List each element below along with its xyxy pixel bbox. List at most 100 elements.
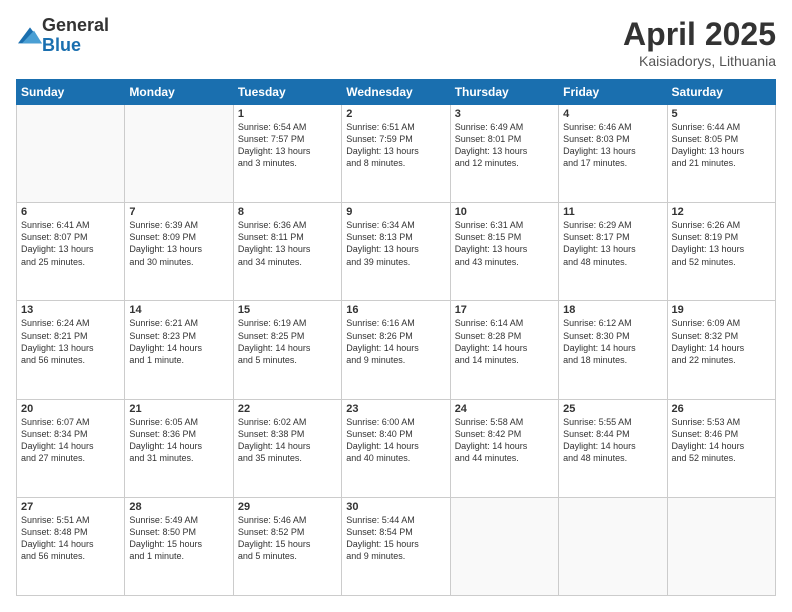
day-info: Sunrise: 6:14 AM Sunset: 8:28 PM Dayligh…	[455, 317, 554, 366]
calendar-cell: 8Sunrise: 6:36 AM Sunset: 8:11 PM Daylig…	[233, 203, 341, 301]
day-info: Sunrise: 5:53 AM Sunset: 8:46 PM Dayligh…	[672, 416, 771, 465]
calendar-cell: 9Sunrise: 6:34 AM Sunset: 8:13 PM Daylig…	[342, 203, 450, 301]
day-info: Sunrise: 6:00 AM Sunset: 8:40 PM Dayligh…	[346, 416, 445, 465]
day-number: 15	[238, 304, 337, 316]
calendar-cell: 15Sunrise: 6:19 AM Sunset: 8:25 PM Dayli…	[233, 301, 341, 399]
day-number: 10	[455, 206, 554, 218]
calendar-cell: 30Sunrise: 5:44 AM Sunset: 8:54 PM Dayli…	[342, 497, 450, 595]
day-number: 1	[238, 108, 337, 120]
day-number: 26	[672, 403, 771, 415]
calendar-cell: 22Sunrise: 6:02 AM Sunset: 8:38 PM Dayli…	[233, 399, 341, 497]
day-info: Sunrise: 6:39 AM Sunset: 8:09 PM Dayligh…	[129, 219, 228, 268]
header: General Blue April 2025 Kaisiadorys, Lit…	[16, 16, 776, 69]
day-number: 18	[563, 304, 662, 316]
calendar-cell: 11Sunrise: 6:29 AM Sunset: 8:17 PM Dayli…	[559, 203, 667, 301]
calendar-cell: 19Sunrise: 6:09 AM Sunset: 8:32 PM Dayli…	[667, 301, 775, 399]
calendar-cell: 10Sunrise: 6:31 AM Sunset: 8:15 PM Dayli…	[450, 203, 558, 301]
day-number: 29	[238, 501, 337, 513]
day-info: Sunrise: 5:55 AM Sunset: 8:44 PM Dayligh…	[563, 416, 662, 465]
day-number: 11	[563, 206, 662, 218]
day-info: Sunrise: 6:05 AM Sunset: 8:36 PM Dayligh…	[129, 416, 228, 465]
day-info: Sunrise: 6:31 AM Sunset: 8:15 PM Dayligh…	[455, 219, 554, 268]
calendar-cell: 5Sunrise: 6:44 AM Sunset: 8:05 PM Daylig…	[667, 105, 775, 203]
location-subtitle: Kaisiadorys, Lithuania	[623, 53, 776, 69]
calendar-day-header: Friday	[559, 80, 667, 105]
calendar-week-row: 13Sunrise: 6:24 AM Sunset: 8:21 PM Dayli…	[17, 301, 776, 399]
month-title: April 2025	[623, 16, 776, 53]
calendar-cell: 16Sunrise: 6:16 AM Sunset: 8:26 PM Dayli…	[342, 301, 450, 399]
day-number: 3	[455, 108, 554, 120]
logo-text: General Blue	[42, 16, 109, 56]
calendar-day-header: Sunday	[17, 80, 125, 105]
page: General Blue April 2025 Kaisiadorys, Lit…	[0, 0, 792, 612]
day-info: Sunrise: 5:46 AM Sunset: 8:52 PM Dayligh…	[238, 514, 337, 563]
day-number: 13	[21, 304, 120, 316]
day-info: Sunrise: 6:16 AM Sunset: 8:26 PM Dayligh…	[346, 317, 445, 366]
day-info: Sunrise: 5:58 AM Sunset: 8:42 PM Dayligh…	[455, 416, 554, 465]
day-info: Sunrise: 6:41 AM Sunset: 8:07 PM Dayligh…	[21, 219, 120, 268]
day-number: 8	[238, 206, 337, 218]
calendar-cell: 3Sunrise: 6:49 AM Sunset: 8:01 PM Daylig…	[450, 105, 558, 203]
calendar-week-row: 27Sunrise: 5:51 AM Sunset: 8:48 PM Dayli…	[17, 497, 776, 595]
calendar-cell: 17Sunrise: 6:14 AM Sunset: 8:28 PM Dayli…	[450, 301, 558, 399]
day-number: 20	[21, 403, 120, 415]
calendar-cell	[559, 497, 667, 595]
day-info: Sunrise: 6:24 AM Sunset: 8:21 PM Dayligh…	[21, 317, 120, 366]
day-number: 22	[238, 403, 337, 415]
calendar-cell: 20Sunrise: 6:07 AM Sunset: 8:34 PM Dayli…	[17, 399, 125, 497]
calendar-week-row: 20Sunrise: 6:07 AM Sunset: 8:34 PM Dayli…	[17, 399, 776, 497]
calendar-day-header: Tuesday	[233, 80, 341, 105]
calendar-cell	[450, 497, 558, 595]
calendar-header-row: SundayMondayTuesdayWednesdayThursdayFrid…	[17, 80, 776, 105]
calendar-cell: 29Sunrise: 5:46 AM Sunset: 8:52 PM Dayli…	[233, 497, 341, 595]
day-number: 23	[346, 403, 445, 415]
day-info: Sunrise: 6:54 AM Sunset: 7:57 PM Dayligh…	[238, 121, 337, 170]
day-info: Sunrise: 6:19 AM Sunset: 8:25 PM Dayligh…	[238, 317, 337, 366]
calendar-cell: 2Sunrise: 6:51 AM Sunset: 7:59 PM Daylig…	[342, 105, 450, 203]
day-info: Sunrise: 5:49 AM Sunset: 8:50 PM Dayligh…	[129, 514, 228, 563]
day-info: Sunrise: 6:36 AM Sunset: 8:11 PM Dayligh…	[238, 219, 337, 268]
calendar-cell: 7Sunrise: 6:39 AM Sunset: 8:09 PM Daylig…	[125, 203, 233, 301]
day-info: Sunrise: 6:21 AM Sunset: 8:23 PM Dayligh…	[129, 317, 228, 366]
day-info: Sunrise: 6:26 AM Sunset: 8:19 PM Dayligh…	[672, 219, 771, 268]
calendar-cell: 21Sunrise: 6:05 AM Sunset: 8:36 PM Dayli…	[125, 399, 233, 497]
day-number: 27	[21, 501, 120, 513]
logo: General Blue	[16, 16, 109, 56]
calendar-cell: 27Sunrise: 5:51 AM Sunset: 8:48 PM Dayli…	[17, 497, 125, 595]
calendar-cell: 6Sunrise: 6:41 AM Sunset: 8:07 PM Daylig…	[17, 203, 125, 301]
calendar-cell: 23Sunrise: 6:00 AM Sunset: 8:40 PM Dayli…	[342, 399, 450, 497]
calendar-cell	[17, 105, 125, 203]
calendar-cell: 28Sunrise: 5:49 AM Sunset: 8:50 PM Dayli…	[125, 497, 233, 595]
day-number: 12	[672, 206, 771, 218]
calendar-day-header: Saturday	[667, 80, 775, 105]
day-info: Sunrise: 6:09 AM Sunset: 8:32 PM Dayligh…	[672, 317, 771, 366]
logo-blue-text: Blue	[42, 36, 109, 56]
calendar-cell: 4Sunrise: 6:46 AM Sunset: 8:03 PM Daylig…	[559, 105, 667, 203]
day-info: Sunrise: 6:51 AM Sunset: 7:59 PM Dayligh…	[346, 121, 445, 170]
day-number: 14	[129, 304, 228, 316]
day-info: Sunrise: 6:46 AM Sunset: 8:03 PM Dayligh…	[563, 121, 662, 170]
calendar-cell: 26Sunrise: 5:53 AM Sunset: 8:46 PM Dayli…	[667, 399, 775, 497]
day-info: Sunrise: 5:51 AM Sunset: 8:48 PM Dayligh…	[21, 514, 120, 563]
logo-icon	[18, 27, 42, 47]
calendar-cell: 24Sunrise: 5:58 AM Sunset: 8:42 PM Dayli…	[450, 399, 558, 497]
day-number: 5	[672, 108, 771, 120]
day-number: 4	[563, 108, 662, 120]
calendar-day-header: Thursday	[450, 80, 558, 105]
calendar-week-row: 1Sunrise: 6:54 AM Sunset: 7:57 PM Daylig…	[17, 105, 776, 203]
calendar-cell	[125, 105, 233, 203]
calendar-cell: 1Sunrise: 6:54 AM Sunset: 7:57 PM Daylig…	[233, 105, 341, 203]
day-info: Sunrise: 5:44 AM Sunset: 8:54 PM Dayligh…	[346, 514, 445, 563]
day-number: 17	[455, 304, 554, 316]
day-info: Sunrise: 6:12 AM Sunset: 8:30 PM Dayligh…	[563, 317, 662, 366]
day-number: 19	[672, 304, 771, 316]
calendar-cell: 25Sunrise: 5:55 AM Sunset: 8:44 PM Dayli…	[559, 399, 667, 497]
day-number: 16	[346, 304, 445, 316]
calendar-day-header: Wednesday	[342, 80, 450, 105]
day-number: 9	[346, 206, 445, 218]
day-number: 2	[346, 108, 445, 120]
calendar-cell	[667, 497, 775, 595]
logo-general-text: General	[42, 16, 109, 36]
day-number: 24	[455, 403, 554, 415]
day-info: Sunrise: 6:29 AM Sunset: 8:17 PM Dayligh…	[563, 219, 662, 268]
